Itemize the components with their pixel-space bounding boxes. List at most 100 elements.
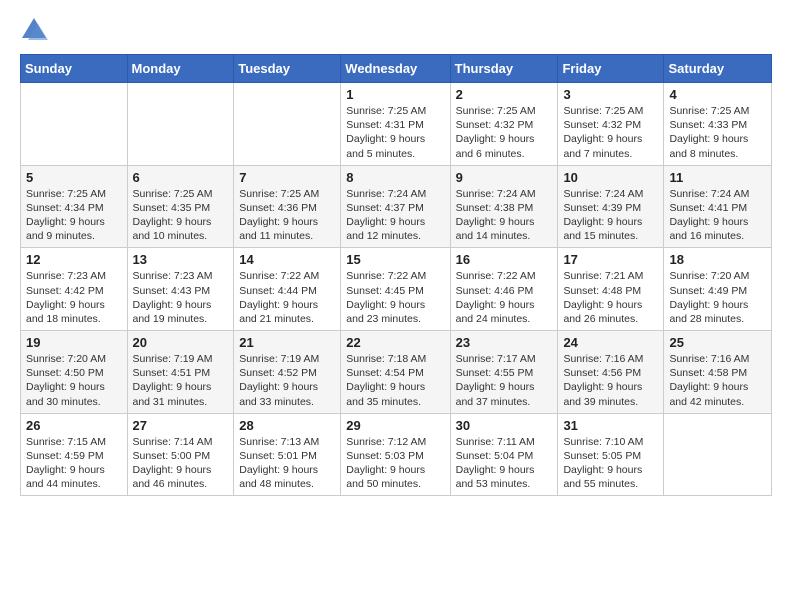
cell-text: Sunrise: 7:25 AM Sunset: 4:34 PM Dayligh… bbox=[26, 187, 122, 244]
cell-content: 7Sunrise: 7:25 AM Sunset: 4:36 PM Daylig… bbox=[239, 170, 335, 244]
calendar-cell: 23Sunrise: 7:17 AM Sunset: 4:55 PM Dayli… bbox=[450, 331, 558, 414]
cell-content: 4 Sunrise: 7:25 AM Sunset: 4:33 PM Daylig… bbox=[669, 87, 766, 161]
calendar-cell: 29 Sunrise: 7:12 AM Sunset: 5:03 PM Dayli… bbox=[341, 413, 450, 496]
day-number: 29 bbox=[346, 418, 444, 433]
calendar-cell: 14Sunrise: 7:22 AM Sunset: 4:44 PM Dayli… bbox=[234, 248, 341, 331]
calendar-week-row: 26Sunrise: 7:15 AM Sunset: 4:59 PM Dayli… bbox=[21, 413, 772, 496]
cell-content bbox=[133, 87, 229, 159]
day-number: 6 bbox=[133, 170, 229, 185]
day-number: 21 bbox=[239, 335, 335, 350]
day-number: 19 bbox=[26, 335, 122, 350]
day-number: 13 bbox=[133, 252, 229, 267]
cell-text: Sunrise: 7:13 AM Sunset: 5:01 PM Dayligh… bbox=[239, 435, 335, 492]
calendar-cell bbox=[127, 83, 234, 166]
cell-text: Sunrise: 7:21 AM Sunset: 4:48 PM Dayligh… bbox=[563, 269, 658, 326]
weekday-header-row: SundayMondayTuesdayWednesdayThursdayFrid… bbox=[21, 55, 772, 83]
logo-icon bbox=[20, 16, 48, 44]
cell-content: 2 Sunrise: 7:25 AM Sunset: 4:32 PM Daylig… bbox=[456, 87, 553, 161]
calendar-week-row: 1Sunrise: 7:25 AM Sunset: 4:31 PM Daylig… bbox=[21, 83, 772, 166]
day-number: 3 bbox=[563, 87, 658, 102]
day-number: 22 bbox=[346, 335, 444, 350]
calendar-cell: 21 Sunrise: 7:19 AM Sunset: 4:52 PM Dayli… bbox=[234, 331, 341, 414]
day-number: 2 bbox=[456, 87, 553, 102]
day-number: 25 bbox=[669, 335, 766, 350]
calendar-cell: 27 Sunrise: 7:14 AM Sunset: 5:00 PM Dayli… bbox=[127, 413, 234, 496]
cell-text: Sunrise: 7:24 AM Sunset: 4:38 PM Dayligh… bbox=[456, 187, 553, 244]
cell-content: 30Sunrise: 7:11 AM Sunset: 5:04 PM Dayli… bbox=[456, 418, 553, 492]
day-number: 5 bbox=[26, 170, 122, 185]
calendar-cell: 16Sunrise: 7:22 AM Sunset: 4:46 PM Dayli… bbox=[450, 248, 558, 331]
cell-text: Sunrise: 7:22 AM Sunset: 4:45 PM Dayligh… bbox=[346, 269, 444, 326]
calendar-cell: 22Sunrise: 7:18 AM Sunset: 4:54 PM Dayli… bbox=[341, 331, 450, 414]
calendar-week-row: 5 Sunrise: 7:25 AM Sunset: 4:34 PM Daylig… bbox=[21, 165, 772, 248]
weekday-header-saturday: Saturday bbox=[664, 55, 772, 83]
calendar-cell: 4 Sunrise: 7:25 AM Sunset: 4:33 PM Daylig… bbox=[664, 83, 772, 166]
cell-content: 28Sunrise: 7:13 AM Sunset: 5:01 PM Dayli… bbox=[239, 418, 335, 492]
cell-text: Sunrise: 7:15 AM Sunset: 4:59 PM Dayligh… bbox=[26, 435, 122, 492]
calendar-cell: 17 Sunrise: 7:21 AM Sunset: 4:48 PM Dayli… bbox=[558, 248, 664, 331]
cell-content: 17 Sunrise: 7:21 AM Sunset: 4:48 PM Dayli… bbox=[563, 252, 658, 326]
cell-content: 27 Sunrise: 7:14 AM Sunset: 5:00 PM Dayli… bbox=[133, 418, 229, 492]
calendar-cell: 9Sunrise: 7:24 AM Sunset: 4:38 PM Daylig… bbox=[450, 165, 558, 248]
cell-content: 5 Sunrise: 7:25 AM Sunset: 4:34 PM Daylig… bbox=[26, 170, 122, 244]
cell-text: Sunrise: 7:23 AM Sunset: 4:43 PM Dayligh… bbox=[133, 269, 229, 326]
cell-content bbox=[669, 418, 766, 490]
cell-content: 12 Sunrise: 7:23 AM Sunset: 4:42 PM Dayli… bbox=[26, 252, 122, 326]
cell-content: 26Sunrise: 7:15 AM Sunset: 4:59 PM Dayli… bbox=[26, 418, 122, 492]
cell-text: Sunrise: 7:24 AM Sunset: 4:41 PM Dayligh… bbox=[669, 187, 766, 244]
day-number: 15 bbox=[346, 252, 444, 267]
cell-text: Sunrise: 7:10 AM Sunset: 5:05 PM Dayligh… bbox=[563, 435, 658, 492]
cell-text: Sunrise: 7:25 AM Sunset: 4:32 PM Dayligh… bbox=[563, 104, 658, 161]
calendar-cell: 28Sunrise: 7:13 AM Sunset: 5:01 PM Dayli… bbox=[234, 413, 341, 496]
cell-text: Sunrise: 7:20 AM Sunset: 4:50 PM Dayligh… bbox=[26, 352, 122, 409]
page-header bbox=[20, 16, 772, 44]
cell-text: Sunrise: 7:19 AM Sunset: 4:52 PM Dayligh… bbox=[239, 352, 335, 409]
calendar-cell: 11Sunrise: 7:24 AM Sunset: 4:41 PM Dayli… bbox=[664, 165, 772, 248]
cell-content: 10Sunrise: 7:24 AM Sunset: 4:39 PM Dayli… bbox=[563, 170, 658, 244]
cell-text: Sunrise: 7:25 AM Sunset: 4:36 PM Dayligh… bbox=[239, 187, 335, 244]
calendar-cell: 15 Sunrise: 7:22 AM Sunset: 4:45 PM Dayli… bbox=[341, 248, 450, 331]
cell-content: 22Sunrise: 7:18 AM Sunset: 4:54 PM Dayli… bbox=[346, 335, 444, 409]
calendar-cell: 8Sunrise: 7:24 AM Sunset: 4:37 PM Daylig… bbox=[341, 165, 450, 248]
day-number: 23 bbox=[456, 335, 553, 350]
cell-content: 29 Sunrise: 7:12 AM Sunset: 5:03 PM Dayli… bbox=[346, 418, 444, 492]
calendar-cell: 13 Sunrise: 7:23 AM Sunset: 4:43 PM Dayli… bbox=[127, 248, 234, 331]
cell-text: Sunrise: 7:22 AM Sunset: 4:44 PM Dayligh… bbox=[239, 269, 335, 326]
cell-text: Sunrise: 7:25 AM Sunset: 4:33 PM Dayligh… bbox=[669, 104, 766, 161]
cell-content: 31 Sunrise: 7:10 AM Sunset: 5:05 PM Dayli… bbox=[563, 418, 658, 492]
cell-content: 3 Sunrise: 7:25 AM Sunset: 4:32 PM Daylig… bbox=[563, 87, 658, 161]
cell-text: Sunrise: 7:25 AM Sunset: 4:32 PM Dayligh… bbox=[456, 104, 553, 161]
day-number: 12 bbox=[26, 252, 122, 267]
day-number: 27 bbox=[133, 418, 229, 433]
calendar-table: SundayMondayTuesdayWednesdayThursdayFrid… bbox=[20, 54, 772, 496]
calendar-week-row: 19 Sunrise: 7:20 AM Sunset: 4:50 PM Dayli… bbox=[21, 331, 772, 414]
cell-text: Sunrise: 7:14 AM Sunset: 5:00 PM Dayligh… bbox=[133, 435, 229, 492]
cell-content: 13 Sunrise: 7:23 AM Sunset: 4:43 PM Dayli… bbox=[133, 252, 229, 326]
day-number: 4 bbox=[669, 87, 766, 102]
day-number: 31 bbox=[563, 418, 658, 433]
cell-content bbox=[239, 87, 335, 159]
cell-text: Sunrise: 7:22 AM Sunset: 4:46 PM Dayligh… bbox=[456, 269, 553, 326]
weekday-header-tuesday: Tuesday bbox=[234, 55, 341, 83]
cell-content: 24Sunrise: 7:16 AM Sunset: 4:56 PM Dayli… bbox=[563, 335, 658, 409]
weekday-header-thursday: Thursday bbox=[450, 55, 558, 83]
day-number: 17 bbox=[563, 252, 658, 267]
calendar-cell: 30Sunrise: 7:11 AM Sunset: 5:04 PM Dayli… bbox=[450, 413, 558, 496]
cell-text: Sunrise: 7:19 AM Sunset: 4:51 PM Dayligh… bbox=[133, 352, 229, 409]
calendar-cell: 6Sunrise: 7:25 AM Sunset: 4:35 PM Daylig… bbox=[127, 165, 234, 248]
cell-content: 11Sunrise: 7:24 AM Sunset: 4:41 PM Dayli… bbox=[669, 170, 766, 244]
cell-content: 6Sunrise: 7:25 AM Sunset: 4:35 PM Daylig… bbox=[133, 170, 229, 244]
cell-content bbox=[26, 87, 122, 159]
cell-content: 1Sunrise: 7:25 AM Sunset: 4:31 PM Daylig… bbox=[346, 87, 444, 161]
cell-content: 15 Sunrise: 7:22 AM Sunset: 4:45 PM Dayli… bbox=[346, 252, 444, 326]
cell-content: 16Sunrise: 7:22 AM Sunset: 4:46 PM Dayli… bbox=[456, 252, 553, 326]
day-number: 10 bbox=[563, 170, 658, 185]
calendar-cell: 26Sunrise: 7:15 AM Sunset: 4:59 PM Dayli… bbox=[21, 413, 128, 496]
cell-text: Sunrise: 7:23 AM Sunset: 4:42 PM Dayligh… bbox=[26, 269, 122, 326]
calendar-cell: 19 Sunrise: 7:20 AM Sunset: 4:50 PM Dayli… bbox=[21, 331, 128, 414]
calendar-week-row: 12 Sunrise: 7:23 AM Sunset: 4:42 PM Dayli… bbox=[21, 248, 772, 331]
day-number: 1 bbox=[346, 87, 444, 102]
calendar-cell: 10Sunrise: 7:24 AM Sunset: 4:39 PM Dayli… bbox=[558, 165, 664, 248]
cell-text: Sunrise: 7:12 AM Sunset: 5:03 PM Dayligh… bbox=[346, 435, 444, 492]
cell-text: Sunrise: 7:16 AM Sunset: 4:56 PM Dayligh… bbox=[563, 352, 658, 409]
